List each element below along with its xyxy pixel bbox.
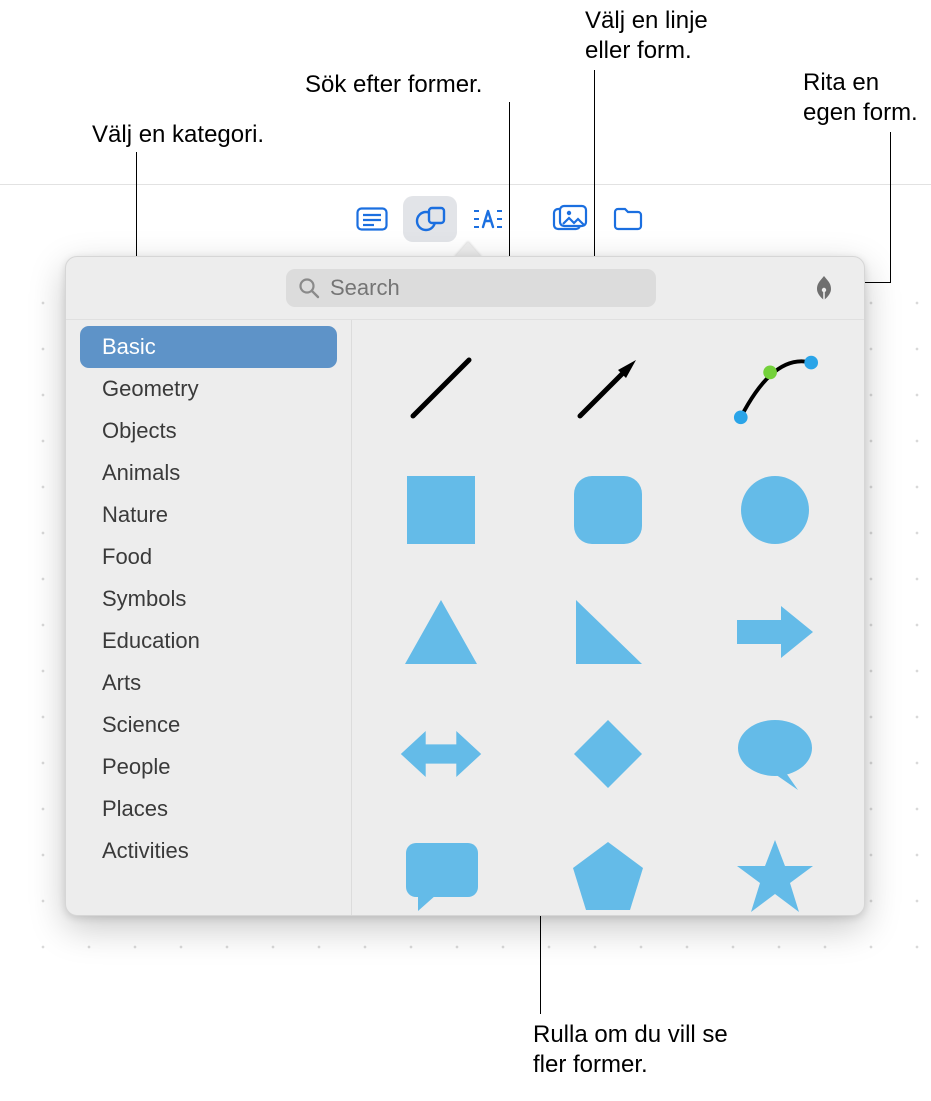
category-people[interactable]: People bbox=[80, 746, 337, 788]
shapes-grid-area[interactable] bbox=[352, 320, 864, 915]
category-label: Symbols bbox=[102, 586, 186, 612]
shapes-grid bbox=[392, 344, 824, 915]
category-symbols[interactable]: Symbols bbox=[80, 578, 337, 620]
app-divider bbox=[0, 184, 931, 185]
category-label: Geometry bbox=[102, 376, 199, 402]
toolbar-shapes-button[interactable] bbox=[403, 196, 457, 242]
shape-curve-editable[interactable] bbox=[731, 344, 819, 432]
callout-scroll-more: Rulla om du vill se fler former. bbox=[533, 1020, 728, 1080]
category-label: Food bbox=[102, 544, 152, 570]
search-field[interactable] bbox=[286, 269, 656, 307]
search-input[interactable] bbox=[328, 274, 644, 302]
category-objects[interactable]: Objects bbox=[80, 410, 337, 452]
shape-pentagon[interactable] bbox=[564, 832, 652, 915]
shape-circle[interactable] bbox=[731, 466, 819, 554]
category-sidebar: Basic Geometry Objects Animals Nature Fo… bbox=[66, 320, 352, 915]
shape-arrow-line[interactable] bbox=[564, 344, 652, 432]
toolbar-files-button[interactable] bbox=[601, 196, 655, 242]
category-label: Animals bbox=[102, 460, 180, 486]
category-nature[interactable]: Nature bbox=[80, 494, 337, 536]
category-label: Basic bbox=[102, 334, 156, 360]
panel-header bbox=[66, 257, 864, 319]
category-label: Objects bbox=[102, 418, 177, 444]
category-label: Activities bbox=[102, 838, 189, 864]
callout-line bbox=[540, 916, 541, 1014]
pen-nib-icon bbox=[809, 273, 839, 303]
toolbar-media-button[interactable] bbox=[543, 196, 597, 242]
shape-square[interactable] bbox=[397, 466, 485, 554]
shapes-panel: Basic Geometry Objects Animals Nature Fo… bbox=[65, 256, 865, 916]
shape-triangle[interactable] bbox=[397, 588, 485, 676]
shape-right-triangle[interactable] bbox=[564, 588, 652, 676]
callout-choose-line-shape: Välj en linje eller form. bbox=[585, 6, 708, 66]
category-label: People bbox=[102, 754, 171, 780]
category-education[interactable]: Education bbox=[80, 620, 337, 662]
shape-arrow-right[interactable] bbox=[731, 588, 819, 676]
category-label: Arts bbox=[102, 670, 141, 696]
shape-diamond[interactable] bbox=[564, 710, 652, 798]
callout-choose-category: Välj en kategori. bbox=[92, 120, 264, 150]
shape-line[interactable] bbox=[397, 344, 485, 432]
shape-star[interactable] bbox=[731, 832, 819, 915]
category-food[interactable]: Food bbox=[80, 536, 337, 578]
toolbar-textstyle-button[interactable] bbox=[461, 196, 515, 242]
category-geometry[interactable]: Geometry bbox=[80, 368, 337, 410]
category-arts[interactable]: Arts bbox=[80, 662, 337, 704]
callout-search-shapes: Sök efter former. bbox=[305, 70, 482, 100]
category-activities[interactable]: Activities bbox=[80, 830, 337, 872]
insert-toolbar bbox=[345, 196, 655, 242]
category-basic[interactable]: Basic bbox=[80, 326, 337, 368]
category-label: Nature bbox=[102, 502, 168, 528]
category-places[interactable]: Places bbox=[80, 788, 337, 830]
draw-custom-shape-button[interactable] bbox=[804, 268, 844, 308]
callout-draw-custom: Rita en egen form. bbox=[803, 68, 918, 128]
toolbar-textbox-button[interactable] bbox=[345, 196, 399, 242]
category-animals[interactable]: Animals bbox=[80, 452, 337, 494]
category-label: Science bbox=[102, 712, 180, 738]
shape-arrow-leftright[interactable] bbox=[397, 710, 485, 798]
shape-speech-bubble[interactable] bbox=[731, 710, 819, 798]
shape-callout-rect[interactable] bbox=[397, 832, 485, 915]
shape-rounded-square[interactable] bbox=[564, 466, 652, 554]
category-label: Places bbox=[102, 796, 168, 822]
category-science[interactable]: Science bbox=[80, 704, 337, 746]
callout-line bbox=[890, 132, 891, 282]
search-icon bbox=[298, 277, 320, 299]
category-label: Education bbox=[102, 628, 200, 654]
callout-line bbox=[509, 102, 510, 278]
